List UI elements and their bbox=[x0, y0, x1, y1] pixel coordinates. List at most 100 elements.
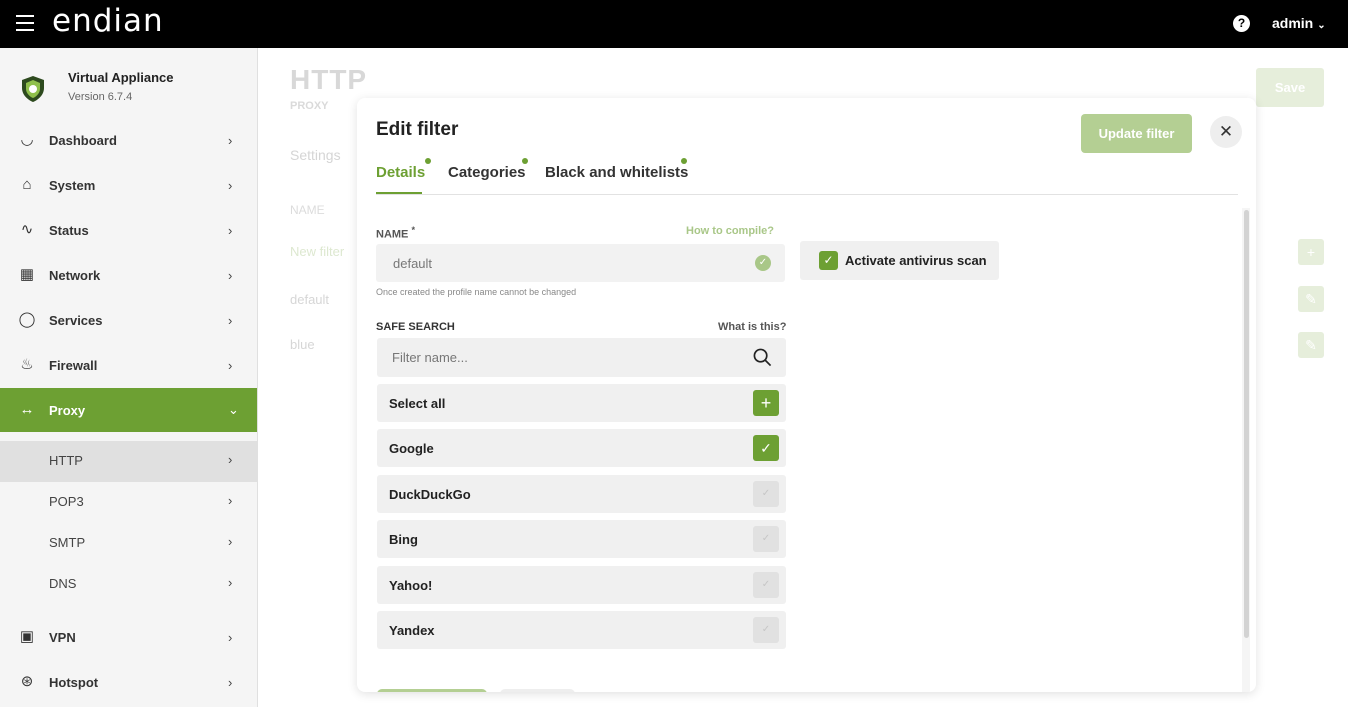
sidebar-subitem-label: SMTP bbox=[49, 535, 86, 550]
sidebar-subitem-smtp[interactable]: SMTP › bbox=[0, 523, 257, 564]
sidebar-subitem-dns[interactable]: DNS › bbox=[0, 564, 257, 605]
column-header-name: NAME bbox=[290, 203, 325, 217]
engine-label: Yahoo! bbox=[389, 578, 433, 593]
sidebar-item-label: Services bbox=[49, 312, 103, 328]
list-item-yahoo[interactable]: Yahoo! ✓ bbox=[377, 566, 786, 604]
add-all-icon[interactable]: + bbox=[753, 390, 779, 416]
chevron-down-icon: ⌄ bbox=[228, 402, 239, 417]
sidebar-item-vpn[interactable]: ▣ VPN › bbox=[0, 615, 257, 659]
valid-check-icon: ✓ bbox=[755, 255, 771, 271]
tab-categories[interactable]: Categories bbox=[448, 158, 528, 181]
chevron-right-icon: › bbox=[228, 534, 233, 549]
shield-logo-icon bbox=[22, 76, 44, 102]
sidebar-item-label: Dashboard bbox=[49, 132, 117, 148]
settings-section-label: Settings bbox=[290, 147, 341, 163]
sidebar-item-system[interactable]: ⌂ System › bbox=[0, 163, 257, 207]
update-filter-button[interactable]: Update filter bbox=[1081, 114, 1192, 153]
name-field: default ✓ bbox=[376, 244, 785, 282]
flame-icon: ♨ bbox=[20, 356, 34, 373]
sidebar-item-label: Proxy bbox=[49, 402, 86, 418]
secondary-action-button[interactable] bbox=[500, 689, 575, 692]
chevron-right-icon: › bbox=[228, 674, 233, 690]
chevron-right-icon: › bbox=[228, 312, 233, 328]
sidebar-item-hotspot[interactable]: ⊛ Hotspot › bbox=[0, 660, 257, 704]
engine-label: Yandex bbox=[389, 623, 435, 638]
user-menu[interactable]: admin ⌄ bbox=[1272, 15, 1326, 31]
tab-bar: Details Categories Black and whitelists bbox=[376, 158, 1238, 195]
tab-details[interactable]: Details bbox=[376, 158, 431, 181]
filter-row: default bbox=[290, 292, 330, 307]
tab-indicator-dot bbox=[425, 158, 431, 164]
name-field-label: NAME * bbox=[376, 225, 416, 241]
sidebar-subitem-http[interactable]: HTTP › bbox=[0, 441, 257, 482]
antivirus-label: Activate antivirus scan bbox=[845, 253, 987, 268]
chevron-right-icon: › bbox=[228, 357, 233, 373]
chevron-right-icon: › bbox=[228, 575, 233, 590]
new-filter-link[interactable]: New filter bbox=[290, 244, 344, 259]
how-to-compile-link[interactable]: How to compile? bbox=[686, 225, 774, 237]
primary-action-button[interactable] bbox=[377, 689, 487, 692]
appliance-name: Virtual Appliance bbox=[68, 70, 174, 85]
scrollbar-thumb[interactable] bbox=[1244, 210, 1249, 638]
what-is-this-link[interactable]: What is this? bbox=[718, 321, 786, 333]
list-item-duckduckgo[interactable]: DuckDuckGo ✓ bbox=[377, 475, 786, 513]
tab-black-and-whitelists[interactable]: Black and whitelists bbox=[545, 158, 688, 181]
chevron-right-icon: › bbox=[228, 222, 233, 238]
select-all-label: Select all bbox=[389, 396, 446, 411]
sidebar-item-label: System bbox=[49, 177, 96, 193]
sidebar-item-status[interactable]: ∿ Status › bbox=[0, 208, 257, 252]
tab-label: Details bbox=[376, 164, 426, 181]
user-name: admin bbox=[1272, 15, 1314, 31]
name-field-value: default bbox=[393, 256, 433, 271]
sidebar-subitem-label: POP3 bbox=[49, 494, 84, 509]
sidebar-item-label: VPN bbox=[49, 629, 76, 645]
appliance-version: Version 6.7.4 bbox=[68, 91, 133, 103]
drop-icon: ◯ bbox=[18, 311, 36, 328]
sidebar-item-services[interactable]: ◯ Services › bbox=[0, 298, 257, 342]
page-title: HTTP bbox=[290, 64, 368, 95]
checkbox-unchecked-icon[interactable]: ✓ bbox=[753, 481, 779, 507]
sidebar-item-label: Status bbox=[49, 222, 89, 238]
sidebar-item-network[interactable]: ▦ Network › bbox=[0, 253, 257, 297]
chevron-down-icon: ⌄ bbox=[1317, 20, 1326, 31]
network-icon: ▦ bbox=[19, 266, 35, 283]
brand-logo: endian bbox=[52, 3, 164, 39]
engine-label: DuckDuckGo bbox=[389, 487, 471, 502]
engine-label: Bing bbox=[389, 532, 418, 547]
add-filter-button[interactable]: + bbox=[1298, 239, 1324, 265]
appliance-info: Virtual Appliance Version 6.7.4 bbox=[0, 48, 257, 128]
pulse-icon: ∿ bbox=[20, 221, 34, 238]
edit-filter-modal: Edit filter Update filter ✕ Details Cate… bbox=[357, 98, 1256, 692]
help-icon[interactable]: ? bbox=[1233, 15, 1250, 32]
checkbox-checked-icon[interactable]: ✓ bbox=[753, 435, 779, 461]
antivirus-toggle[interactable]: ✓ Activate antivirus scan bbox=[800, 241, 999, 280]
hamburger-menu-icon[interactable] bbox=[16, 15, 34, 31]
sidebar-item-proxy[interactable]: ↔ Proxy ⌄ bbox=[0, 388, 257, 432]
select-all-row[interactable]: Select all + bbox=[377, 384, 786, 422]
checkbox-unchecked-icon[interactable]: ✓ bbox=[753, 526, 779, 552]
save-button[interactable]: Save bbox=[1256, 68, 1324, 107]
sidebar-item-label: Firewall bbox=[49, 357, 98, 373]
search-icon bbox=[753, 348, 772, 367]
tab-indicator-dot bbox=[681, 158, 687, 164]
checkbox-checked-icon[interactable]: ✓ bbox=[819, 251, 838, 270]
edit-filter-button[interactable]: ✎ bbox=[1298, 286, 1324, 312]
checkbox-unchecked-icon[interactable]: ✓ bbox=[753, 572, 779, 598]
sidebar-item-dashboard[interactable]: ◡ Dashboard › bbox=[0, 118, 257, 162]
safe-search-filter-input[interactable] bbox=[377, 338, 786, 377]
tab-indicator-dot bbox=[522, 158, 528, 164]
home-icon: ⌂ bbox=[22, 176, 32, 193]
tab-label: Categories bbox=[448, 164, 526, 181]
sidebar-subitem-pop3[interactable]: POP3 › bbox=[0, 482, 257, 523]
filter-row: blue bbox=[290, 337, 315, 352]
checkbox-unchecked-icon[interactable]: ✓ bbox=[753, 617, 779, 643]
required-marker: * bbox=[411, 225, 416, 235]
lock-icon: ▣ bbox=[19, 628, 35, 645]
sidebar-item-firewall[interactable]: ♨ Firewall › bbox=[0, 343, 257, 387]
list-item-google[interactable]: Google ✓ bbox=[377, 429, 786, 467]
sidebar-subitem-label: HTTP bbox=[49, 453, 83, 468]
edit-filter-button[interactable]: ✎ bbox=[1298, 332, 1324, 358]
list-item-bing[interactable]: Bing ✓ bbox=[377, 520, 786, 558]
list-item-yandex[interactable]: Yandex ✓ bbox=[377, 611, 786, 649]
close-icon[interactable]: ✕ bbox=[1210, 116, 1242, 148]
